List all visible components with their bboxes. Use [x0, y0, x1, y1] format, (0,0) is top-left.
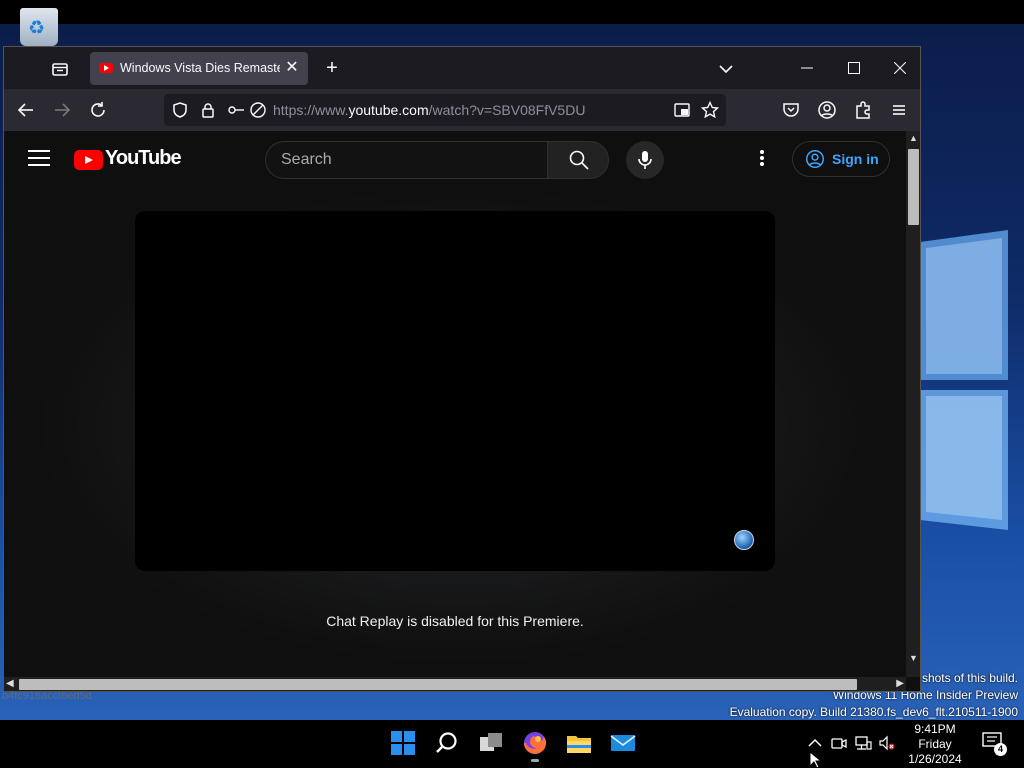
- url-bar[interactable]: https://www.youtube.com/watch?v=SBV08FfV…: [164, 94, 726, 126]
- meet-now-icon[interactable]: [830, 734, 848, 752]
- clock-day: Friday: [918, 737, 952, 751]
- lock-icon[interactable]: [198, 100, 218, 120]
- close-window-button[interactable]: [885, 55, 915, 83]
- youtube-settings-kebab-icon[interactable]: [752, 150, 772, 170]
- pocket-icon[interactable]: [779, 98, 803, 122]
- tab-list-icon[interactable]: [48, 57, 72, 81]
- search-placeholder: Search: [281, 151, 332, 168]
- youtube-search-button[interactable]: [547, 141, 609, 179]
- tab-title: Windows Vista Dies Remastered: [120, 61, 280, 75]
- watermark-line-1: shots of this build.: [921, 671, 1018, 685]
- scroll-up-icon[interactable]: ▲: [909, 133, 918, 143]
- navigation-toolbar: https://www.youtube.com/watch?v=SBV08FfV…: [4, 89, 920, 131]
- notification-center-icon[interactable]: 4: [982, 732, 1008, 756]
- watermark-line-3: Evaluation copy. Build 21380.fs_dev6_flt…: [729, 705, 1018, 719]
- tab-youtube-video[interactable]: Windows Vista Dies Remastered ✕: [90, 52, 308, 85]
- sign-in-button[interactable]: Sign in: [792, 141, 890, 177]
- url-domain: youtube.com: [348, 102, 429, 118]
- microphone-icon: [638, 151, 652, 169]
- scroll-left-icon[interactable]: ◀: [6, 678, 14, 689]
- tracking-shield-icon[interactable]: [170, 100, 190, 120]
- maximize-button[interactable]: [839, 55, 869, 83]
- hamburger-menu-icon[interactable]: [887, 98, 911, 122]
- search-icon: [569, 150, 589, 170]
- clock[interactable]: 9:41PM Friday 1/26/2024: [895, 722, 975, 767]
- tab-close-icon[interactable]: ✕: [282, 57, 302, 79]
- start-windows-icon[interactable]: [388, 728, 418, 758]
- chat-replay-message: Chat Replay is disabled for this Premier…: [326, 613, 584, 629]
- voice-search-button[interactable]: [626, 141, 664, 179]
- scroll-down-icon[interactable]: ▼: [909, 653, 918, 663]
- youtube-logo-text: YouTube: [105, 147, 182, 169]
- minimize-button[interactable]: [792, 55, 822, 83]
- forward-arrow-icon[interactable]: [50, 98, 74, 122]
- task-view-icon[interactable]: [476, 728, 506, 758]
- page-viewport: YouTube Search Sign in Chat Replay is di…: [4, 131, 906, 677]
- notification-count-badge: 4: [994, 743, 1007, 756]
- chevron-up-icon[interactable]: [806, 734, 824, 752]
- recycle-arrows-icon: ♻: [28, 18, 46, 39]
- sign-in-label: Sign in: [832, 151, 879, 167]
- vertical-scroll-thumb[interactable]: [908, 149, 919, 225]
- horizontal-scroll-thumb[interactable]: [19, 679, 857, 690]
- file-explorer-icon[interactable]: [564, 728, 594, 758]
- channel-watermark-icon[interactable]: [734, 530, 754, 550]
- url-text[interactable]: https://www.youtube.com/watch?v=SBV08FfV…: [273, 94, 585, 126]
- mouse-cursor-icon: [810, 752, 822, 768]
- firefox-taskbar-icon[interactable]: [520, 728, 550, 762]
- mail-icon[interactable]: [608, 728, 638, 758]
- vertical-scrollbar[interactable]: ▲ ▼: [906, 131, 920, 677]
- new-tab-button[interactable]: +: [320, 57, 344, 81]
- volume-muted-icon[interactable]: [878, 734, 896, 752]
- reload-icon[interactable]: [86, 98, 110, 122]
- url-prefix: https://www.: [273, 102, 349, 118]
- clock-time: 9:41PM: [914, 722, 956, 736]
- back-arrow-icon[interactable]: [14, 98, 38, 122]
- clock-date: 1/26/2024: [908, 752, 962, 766]
- picture-in-picture-icon[interactable]: [672, 100, 692, 120]
- search-icon[interactable]: [432, 728, 462, 758]
- scroll-right-icon[interactable]: ▶: [896, 678, 904, 689]
- youtube-favicon-icon: [99, 63, 113, 73]
- windows-logo-wallpaper: [920, 230, 1008, 530]
- extensions-icon[interactable]: [851, 98, 875, 122]
- youtube-play-icon: [74, 150, 103, 170]
- chevron-down-icon[interactable]: [714, 57, 738, 81]
- tab-bar: Windows Vista Dies Remastered ✕ +: [4, 47, 920, 89]
- recycle-bin-icon[interactable]: ♻: [20, 8, 58, 46]
- permissions-icon[interactable]: [226, 100, 246, 120]
- network-icon[interactable]: [854, 734, 872, 752]
- firefox-window: Windows Vista Dies Remastered ✕ +: [3, 46, 921, 692]
- video-player[interactable]: [135, 211, 775, 571]
- horizontal-scrollbar[interactable]: ◀ ▶: [4, 677, 906, 691]
- account-circle-icon: [806, 150, 824, 168]
- youtube-search-input[interactable]: Search: [265, 141, 547, 179]
- youtube-menu-icon[interactable]: [28, 150, 50, 168]
- running-indicator: [531, 759, 539, 762]
- url-path: /watch?v=SBV08FfV5DU: [428, 102, 586, 118]
- bookmark-star-icon[interactable]: [700, 100, 720, 120]
- taskbar: 9:41PM Friday 1/26/2024 4: [0, 720, 1024, 768]
- account-icon[interactable]: [815, 98, 839, 122]
- autoplay-blocked-icon[interactable]: [248, 100, 268, 120]
